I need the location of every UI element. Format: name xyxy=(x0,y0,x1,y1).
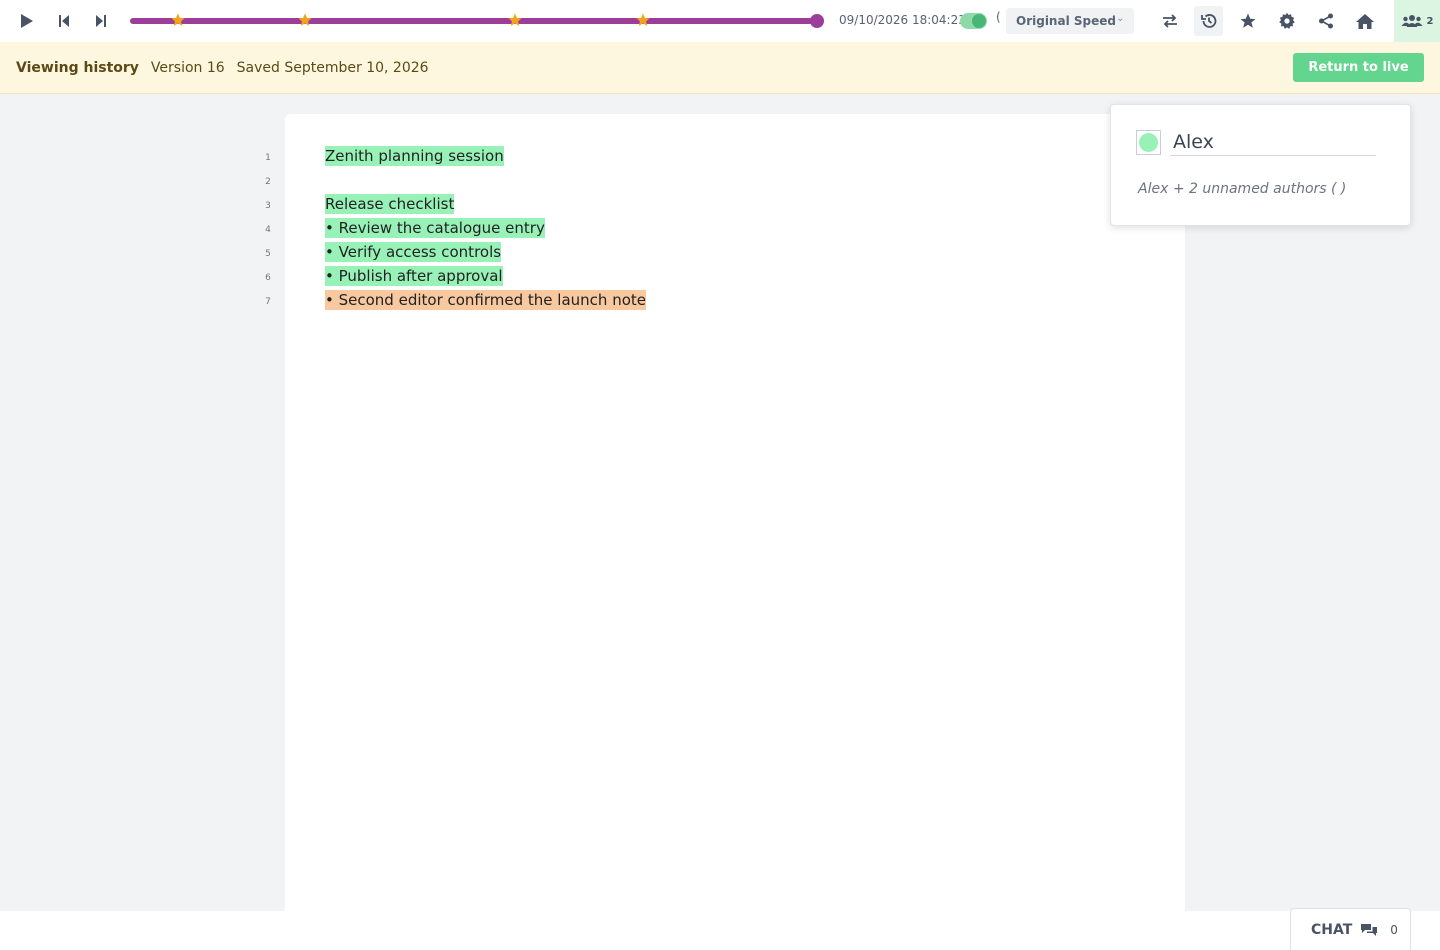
home-button[interactable] xyxy=(1345,0,1384,42)
chevron-down-icon: ⌄ xyxy=(1116,14,1124,24)
editor-line[interactable]: Release checklist xyxy=(325,192,646,216)
timeline-star-icon[interactable] xyxy=(507,12,523,28)
home-icon xyxy=(1355,13,1374,29)
line-text: Zenith planning session xyxy=(325,146,504,166)
settings-button[interactable] xyxy=(1267,0,1306,42)
editor-line[interactable]: • Publish after approval xyxy=(325,264,646,288)
line-number: 7 xyxy=(265,297,271,307)
share-icon xyxy=(1318,13,1333,29)
user-name-input[interactable]: Alex xyxy=(1170,131,1376,156)
editor-line[interactable]: Zenith planning session xyxy=(325,144,646,168)
line-number: 6 xyxy=(265,273,271,283)
swap-button[interactable] xyxy=(1150,0,1189,42)
bottom-bar xyxy=(0,911,1440,950)
banner-version: Version 16 xyxy=(150,59,225,76)
timeline-star-icon[interactable] xyxy=(170,12,186,28)
timeline-star-icon[interactable] xyxy=(635,12,651,28)
banner-saved: Saved September 10, 2026 xyxy=(236,59,429,76)
toolbar-right xyxy=(1150,0,1384,42)
chat-button[interactable]: CHAT 0 xyxy=(1290,908,1411,950)
play-button[interactable] xyxy=(8,0,45,42)
user-color-dot xyxy=(1139,133,1158,152)
step-back-button[interactable] xyxy=(45,0,82,42)
line-number: 4 xyxy=(265,225,271,235)
line-number: 1 xyxy=(265,153,271,163)
line-text: • Review the catalogue entry xyxy=(325,218,545,238)
step-forward-button[interactable] xyxy=(82,0,119,42)
timeline-track xyxy=(130,18,818,24)
speed-label: Original Speed xyxy=(1016,14,1116,28)
users-button[interactable]: 2 xyxy=(1394,0,1440,42)
chat-label: CHAT xyxy=(1311,921,1353,938)
share-button[interactable] xyxy=(1306,0,1345,42)
line-text: • Verify access controls xyxy=(325,242,502,262)
step-forward-icon xyxy=(95,15,106,27)
speed-icon: ( xyxy=(996,10,1001,24)
star-button[interactable] xyxy=(1228,0,1267,42)
swap-icon xyxy=(1162,14,1177,28)
gear-icon xyxy=(1278,12,1295,29)
users-popup: Alex Alex + 2 unnamed authors ( ) xyxy=(1110,104,1411,226)
editor-line[interactable] xyxy=(325,168,646,192)
users-icon xyxy=(1401,15,1423,27)
history-button[interactable] xyxy=(1194,6,1223,36)
line-number: 3 xyxy=(265,201,271,211)
timeline-handle[interactable] xyxy=(810,14,824,28)
star-icon xyxy=(1240,13,1255,28)
user-color-picker[interactable] xyxy=(1136,130,1161,155)
users-count: 2 xyxy=(1426,15,1434,27)
line-text: Release checklist xyxy=(325,194,455,214)
history-icon xyxy=(1200,14,1216,28)
line-numbers: 1 2 3 4 5 6 7 xyxy=(258,146,278,314)
editor-content[interactable]: Zenith planning session Release checklist… xyxy=(325,144,646,312)
playback-speed-select[interactable]: Original Speed ⌄ xyxy=(1006,8,1134,34)
chat-icon xyxy=(1361,923,1378,936)
editor-line[interactable]: • Review the catalogue entry xyxy=(325,216,646,240)
authors-summary: Alex + 2 unnamed authors ( ) xyxy=(1138,181,1347,197)
banner-title: Viewing history xyxy=(16,59,139,76)
editor-line[interactable]: • Second editor confirmed the launch not… xyxy=(325,288,646,312)
timeline-slider[interactable] xyxy=(130,12,824,28)
line-text: • Publish after approval xyxy=(325,266,503,286)
return-to-live-button[interactable]: Return to live xyxy=(1293,53,1424,82)
history-banner: Viewing history Version 16 Saved Septemb… xyxy=(0,42,1440,94)
timestamp: 09/10/2026 18:04:23 xyxy=(839,13,966,27)
chat-count: 0 xyxy=(1390,922,1398,937)
toggle-knob xyxy=(972,14,986,28)
step-back-icon xyxy=(58,15,69,27)
line-number: 5 xyxy=(265,249,271,259)
line-text: • Second editor confirmed the launch not… xyxy=(325,290,646,310)
follow-toggle[interactable] xyxy=(960,13,987,29)
timeline-star-icon[interactable] xyxy=(297,12,313,28)
play-icon xyxy=(20,14,33,28)
line-number: 2 xyxy=(265,177,271,187)
editor-line[interactable]: • Verify access controls xyxy=(325,240,646,264)
